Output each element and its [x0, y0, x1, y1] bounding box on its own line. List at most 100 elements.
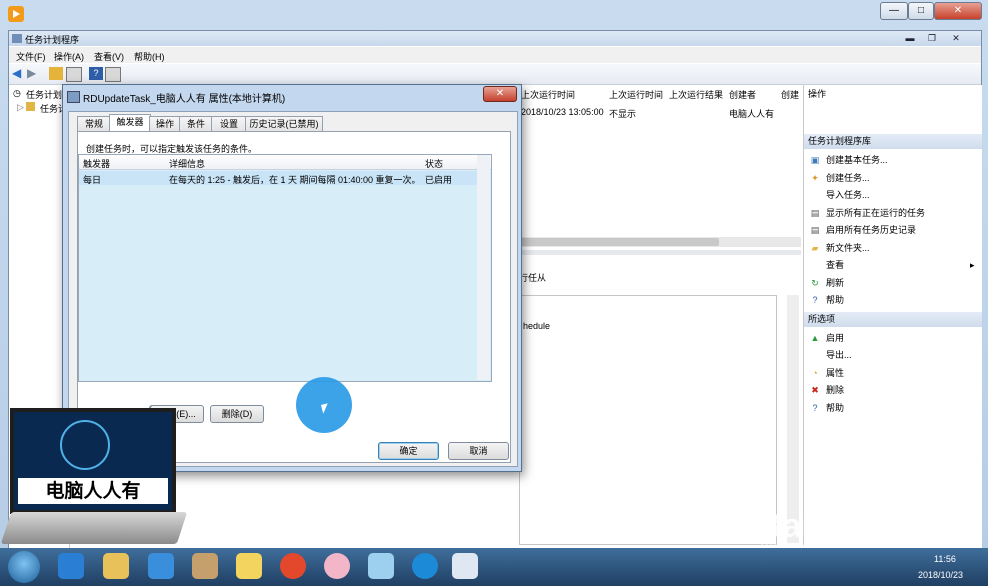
action-label: 启用所有任务历史记录	[826, 225, 917, 235]
ts-close-button[interactable]: ✕	[949, 32, 963, 44]
tab-history[interactable]: 历史记录(已禁用)	[245, 116, 323, 131]
action-item[interactable]: ▤ 显示所有正在运行的任务	[804, 205, 982, 221]
triggers-table: 触发器 详细信息 状态 每日 在每天的 1:25 - 触发后，在 1 天 期间每…	[78, 154, 492, 382]
header-details[interactable]: 详细信息	[169, 157, 205, 170]
section-library[interactable]: 任务计划程序库	[804, 134, 982, 149]
ok-button[interactable]: 确定	[378, 442, 439, 460]
ts-minimize-button[interactable]: ▬	[903, 32, 917, 44]
menu-action[interactable]: 操作(A)	[54, 50, 84, 63]
action-item[interactable]: ? 帮助	[804, 292, 982, 308]
clock-time[interactable]: 11:56	[934, 554, 956, 564]
forward-arrow-icon[interactable]: ▶	[27, 67, 41, 80]
table-row[interactable]: 每日 在每天的 1:25 - 触发后，在 1 天 期间每隔 01:40:00 重…	[79, 171, 477, 185]
menu-file[interactable]: 文件(F)	[16, 50, 46, 63]
sticky-notes-icon[interactable]	[236, 553, 262, 579]
help-icon: ?	[812, 295, 818, 305]
recorder-app-icon	[8, 6, 24, 22]
col-last-result[interactable]: 上次运行结果	[669, 88, 723, 101]
action-item[interactable]: ↻ 刷新	[804, 275, 982, 291]
browser-icon[interactable]	[412, 553, 438, 579]
action-label: 新文件夹...	[826, 242, 870, 253]
tree-root[interactable]: 任务计划	[26, 88, 62, 101]
enable-icon: ▲	[810, 332, 820, 343]
action-item[interactable]: ▰ 新文件夹...	[804, 240, 982, 256]
history-icon: ▤	[810, 225, 820, 235]
refresh-icon: ↻	[811, 277, 819, 288]
minimize-button[interactable]: —	[880, 2, 908, 20]
tab-conditions[interactable]: 条件	[179, 116, 213, 131]
tab-settings[interactable]: 设置	[211, 116, 247, 131]
action-item[interactable]: 导出...	[804, 347, 982, 363]
recorder-titlebar: — □ ✕	[0, 0, 988, 28]
dialog-title: RDUpdateTask_电脑人人有 属性(本地计算机)	[83, 94, 286, 105]
actions-header: 操作	[808, 89, 827, 99]
maximize-button[interactable]: □	[908, 2, 934, 20]
col-last-run[interactable]: 上次运行时间	[609, 88, 663, 101]
dialog-close-button[interactable]: ✕	[483, 86, 517, 102]
export-icon	[810, 350, 820, 360]
task-scheduler-taskbar-icon[interactable]	[452, 553, 478, 579]
submenu-arrow-icon: ▸	[970, 260, 975, 270]
help-icon: ?	[812, 402, 818, 413]
pet-icon[interactable]	[324, 553, 350, 579]
dialog-titlebar: RDUpdateTask_电脑人人有 属性(本地计算机) ✕	[63, 85, 521, 107]
close-button[interactable]: ✕	[934, 2, 982, 20]
menu-view[interactable]: 查看(V)	[94, 50, 124, 63]
action-item[interactable]: ? 帮助	[804, 400, 982, 416]
back-arrow-icon[interactable]: ◀	[12, 67, 26, 80]
action-item[interactable]: ✖ 删除	[804, 382, 982, 398]
tab-general[interactable]: 常规	[77, 116, 111, 131]
action-item[interactable]: ▤ 启用所有任务历史记录	[804, 222, 982, 238]
media-player-icon[interactable]	[148, 553, 174, 579]
header-trigger[interactable]: 触发器	[83, 157, 110, 170]
console-tree-icon[interactable]	[66, 67, 82, 82]
start-button[interactable]	[8, 551, 40, 583]
col-next-run[interactable]: 上次运行时间	[521, 88, 575, 101]
explorer-icon[interactable]	[103, 553, 129, 579]
help-toolbar-icon[interactable]: ?	[89, 67, 103, 80]
table-scrollbar[interactable]	[477, 155, 490, 380]
action-label: 刷新	[826, 277, 845, 288]
toolbar: ◀ ▶ ?	[9, 64, 981, 85]
tab-actions[interactable]: 操作	[149, 116, 181, 131]
dialog-task-icon	[67, 91, 80, 103]
paint-icon[interactable]	[192, 553, 218, 579]
action-label: 帮助	[826, 402, 845, 413]
taskbar: 11:56 2018/10/23	[0, 548, 988, 586]
action-item[interactable]: ▣ 创建基本任务...	[804, 152, 982, 168]
action-label: 创建任务...	[826, 172, 870, 183]
header-status[interactable]: 状态	[425, 157, 443, 170]
network-icon[interactable]	[368, 553, 394, 579]
menu-help[interactable]: 帮助(H)	[134, 50, 165, 63]
action-item[interactable]: ◔ 属性	[804, 365, 982, 381]
row-trigger: 每日	[83, 175, 102, 185]
import-task-icon	[810, 190, 820, 200]
action-item[interactable]: 导入任务...	[804, 187, 982, 203]
row-details: 在每天的 1:25 - 触发后，在 1 天 期间每隔 01:40:00 重复一次…	[169, 175, 421, 185]
action-label: 帮助	[826, 295, 845, 305]
section-selected[interactable]: 所选项	[804, 311, 982, 327]
cell-author: 电脑人人有	[729, 109, 775, 119]
game-icon[interactable]	[280, 553, 306, 579]
horizontal-scrollbar[interactable]	[519, 237, 801, 247]
ie-icon[interactable]	[58, 553, 84, 579]
ts-restore-button[interactable]: ❐	[925, 32, 939, 44]
action-item[interactable]: ✦ 创建任务...	[804, 170, 982, 186]
expand-icon[interactable]: ▷	[17, 102, 24, 113]
logo-circuit-icon	[60, 420, 110, 470]
cancel-button[interactable]: 取消	[448, 442, 509, 460]
delete-trigger-button[interactable]: 删除(D)	[210, 405, 264, 423]
pane-splitter[interactable]	[519, 250, 801, 255]
action-label: 导入任务...	[826, 190, 870, 200]
action-pane-icon[interactable]	[105, 67, 121, 82]
scrollbar-thumb[interactable]	[519, 238, 719, 246]
clock-date[interactable]: 2018/10/23	[918, 570, 963, 580]
action-label: 导出...	[826, 350, 852, 360]
up-folder-icon[interactable]	[49, 67, 63, 80]
col-author[interactable]: 创建者	[729, 88, 756, 101]
action-item[interactable]: 查看 ▸	[804, 257, 982, 273]
col-created[interactable]: 创建	[781, 88, 799, 101]
center-fragment-tag: 行任从	[519, 273, 547, 283]
action-item[interactable]: ▲ 启用	[804, 330, 982, 346]
tab-triggers[interactable]: 触发器	[109, 114, 151, 132]
